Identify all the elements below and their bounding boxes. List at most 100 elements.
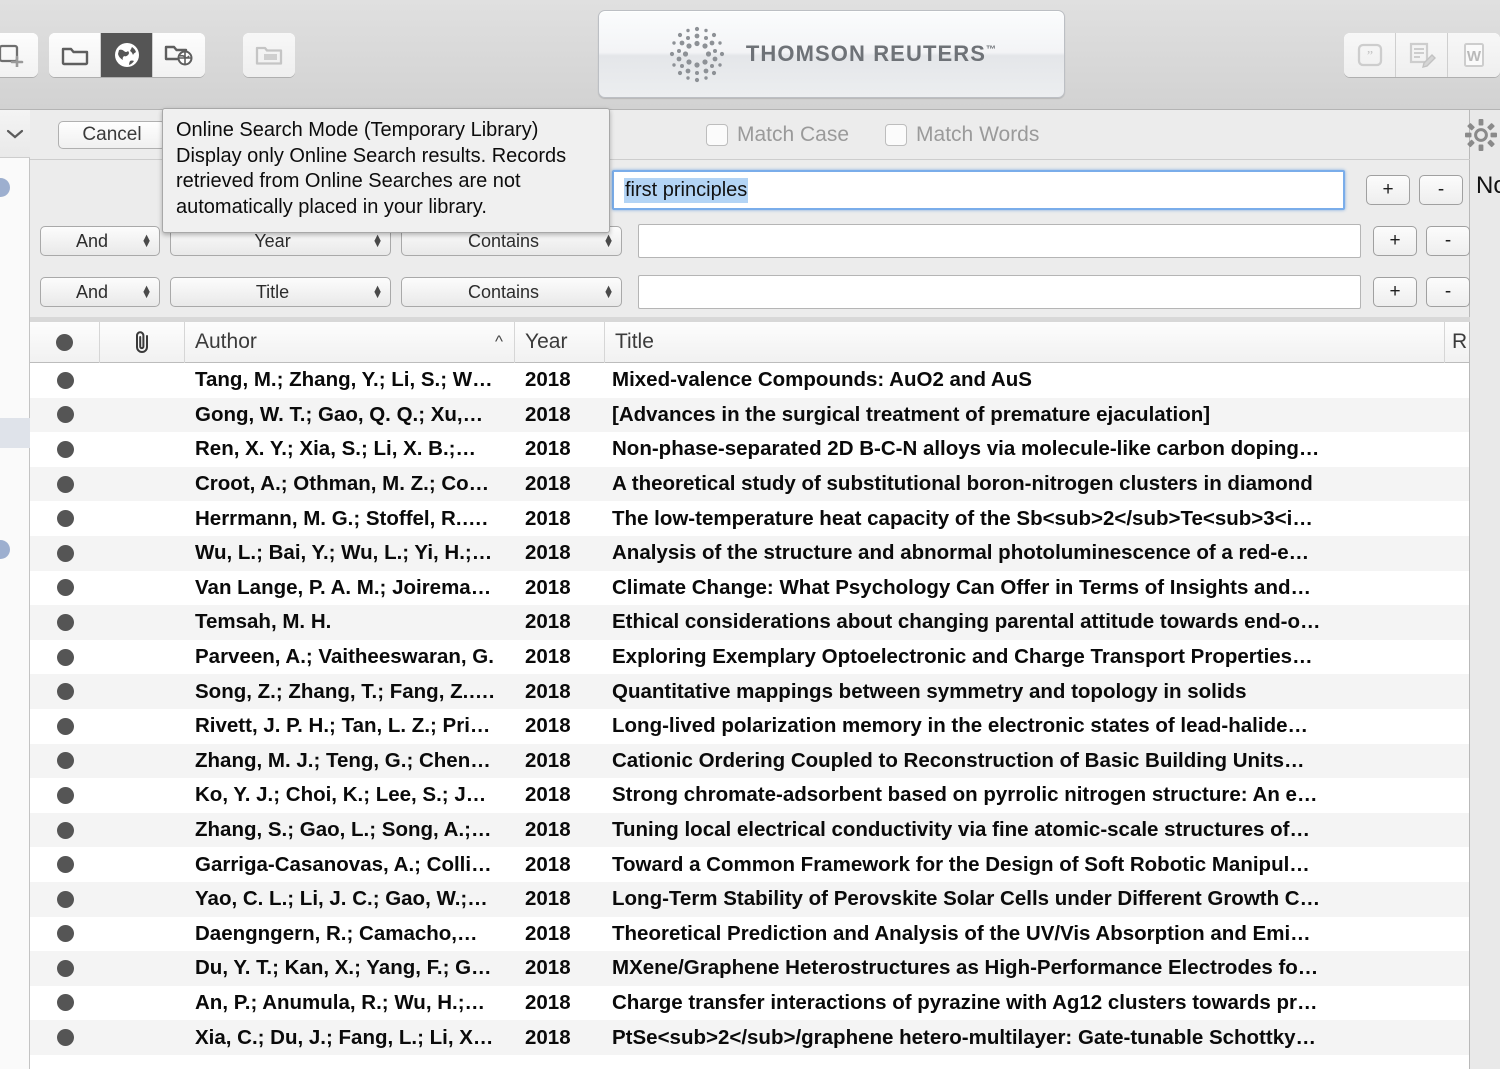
table-row[interactable]: Van Lange, P. A. M.; Joirema… 2018 Climate… [30, 570, 1469, 606]
row-read-status[interactable] [30, 917, 100, 952]
row-attachment[interactable] [100, 674, 185, 709]
connector-select-2[interactable]: And ▲ ▼ [40, 226, 160, 256]
row-attachment[interactable] [100, 605, 185, 640]
row-read-status[interactable] [30, 882, 100, 917]
table-row[interactable]: Zhang, S.; Gao, L.; Song, A.;… 2018 Tuning… [30, 812, 1469, 848]
row-read-status[interactable] [30, 709, 100, 744]
search-value-input-3[interactable] [638, 275, 1361, 309]
add-row-button-1[interactable]: + [1366, 175, 1410, 205]
row-attachment[interactable] [100, 986, 185, 1021]
rail-group-icon-2[interactable] [0, 540, 10, 559]
table-row[interactable]: Wu, L.; Bai, Y.; Wu, L.; Yi, H.;… 2018 Ana… [30, 535, 1469, 571]
table-row[interactable]: Garriga-Casanovas, A.; Colli… 2018 Toward … [30, 847, 1469, 882]
go-to-word-processor-button[interactable]: W [1448, 33, 1500, 77]
row-read-status[interactable] [30, 1020, 100, 1055]
match-case-control[interactable]: Match Case [706, 123, 849, 147]
field-select-3[interactable]: Title ▲ ▼ [170, 277, 391, 307]
column-header-rating[interactable]: R [1445, 322, 1469, 363]
row-attachment[interactable] [100, 709, 185, 744]
column-header-year[interactable]: Year [515, 322, 605, 363]
row-attachment[interactable] [100, 1020, 185, 1055]
local-library-mode-button[interactable] [49, 33, 101, 77]
new-reference-button[interactable] [0, 33, 38, 77]
row-attachment[interactable] [100, 882, 185, 917]
insert-citation-button[interactable]: ” [1344, 33, 1396, 77]
table-row[interactable]: Herrmann, M. G.; Stoffel, R.…. 2018 The lo… [30, 501, 1469, 536]
rail-selected-row[interactable] [0, 418, 30, 448]
row-attachment[interactable] [100, 501, 185, 536]
table-row[interactable]: Temsah, M. H. 2018 Ethical considerations … [30, 605, 1469, 640]
row-attachment[interactable] [100, 536, 185, 571]
row-read-status[interactable] [30, 778, 100, 813]
gear-icon[interactable] [1464, 118, 1498, 152]
row-attachment[interactable] [100, 778, 185, 813]
table-row[interactable]: Parveen, A.; Vaitheeswaran, G. 2018 Explor… [30, 639, 1469, 675]
integrated-library-mode-button[interactable] [153, 33, 205, 77]
row-attachment[interactable] [100, 432, 185, 467]
table-row[interactable]: Yao, C. L.; Li, J. C.; Gao, W.;… 2018 Long… [30, 881, 1469, 917]
match-words-control[interactable]: Match Words [885, 123, 1039, 147]
row-attachment[interactable] [100, 571, 185, 606]
remove-row-button-3[interactable]: - [1426, 277, 1470, 307]
row-read-status[interactable] [30, 847, 100, 882]
row-year: 2018 [525, 610, 571, 634]
connector-select-3[interactable]: And ▲ ▼ [40, 277, 160, 307]
row-attachment[interactable] [100, 813, 185, 848]
table-row[interactable]: An, P.; Anumula, R.; Wu, H.;… 2018 Charge … [30, 985, 1469, 1021]
row-read-status[interactable] [30, 363, 100, 398]
table-row[interactable]: Daengngern, R.; Camacho,… 2018 Theoretical… [30, 916, 1469, 952]
row-read-status[interactable] [30, 432, 100, 467]
row-author: Ren, X. Y.; Xia, S.; Li, X. B.;… [195, 437, 476, 461]
table-row[interactable]: Du, Y. T.; Kan, X.; Yang, F.; G… 2018 MXen… [30, 951, 1469, 986]
column-header-author[interactable]: Author ^ [185, 322, 515, 363]
column-header-title[interactable]: Title [605, 322, 1445, 363]
row-read-status[interactable] [30, 813, 100, 848]
row-attachment[interactable] [100, 398, 185, 433]
row-read-status[interactable] [30, 398, 100, 433]
rail-group-icon-1[interactable] [0, 178, 10, 197]
rail-collapse-button[interactable] [0, 110, 30, 158]
match-case-checkbox[interactable] [706, 123, 728, 146]
row-attachment[interactable] [100, 917, 185, 952]
edit-citation-button[interactable] [1396, 33, 1448, 77]
table-row[interactable]: Song, Z.; Zhang, T.; Fang, Z.…. 2018 Quant… [30, 674, 1469, 709]
remove-row-button-2[interactable]: - [1426, 226, 1470, 256]
row-read-status[interactable] [30, 674, 100, 709]
search-value-input-1[interactable]: first principles [612, 170, 1345, 210]
row-attachment[interactable] [100, 467, 185, 502]
match-words-checkbox[interactable] [885, 123, 908, 146]
table-row[interactable]: Ren, X. Y.; Xia, S.; Li, X. B.;… 2018 Non-… [30, 432, 1469, 467]
table-row[interactable]: Zhang, M. J.; Teng, G.; Chen… 2018 Cationi… [30, 743, 1469, 779]
table-row[interactable]: Gong, W. T.; Gao, Q. Q.; Xu,… 2018 [Advanc… [30, 397, 1469, 433]
row-read-status[interactable] [30, 744, 100, 779]
table-row[interactable]: Xia, C.; Du, J.; Fang, L.; Li, X… 2018 PtS… [30, 1020, 1469, 1055]
row-read-status[interactable] [30, 951, 100, 986]
row-attachment[interactable] [100, 847, 185, 882]
search-value-input-2[interactable] [638, 224, 1361, 258]
table-row[interactable]: Tang, M.; Zhang, Y.; Li, S.; W… 2018 Mixed… [30, 363, 1469, 398]
online-search-mode-button[interactable] [101, 33, 153, 77]
table-row[interactable]: Croot, A.; Othman, M. Z.; Co… 2018 A theor… [30, 466, 1469, 502]
row-read-status[interactable] [30, 501, 100, 536]
row-read-status[interactable] [30, 536, 100, 571]
add-row-button-3[interactable]: + [1373, 277, 1417, 307]
row-read-status[interactable] [30, 571, 100, 606]
add-row-button-2[interactable]: + [1373, 226, 1417, 256]
column-header-read-status[interactable] [30, 322, 100, 363]
cancel-button[interactable]: Cancel [58, 120, 166, 149]
table-row[interactable]: Ko, Y. J.; Choi, K.; Lee, S.; J… 2018 Stro… [30, 778, 1469, 813]
row-attachment[interactable] [100, 640, 185, 675]
row-attachment[interactable] [100, 744, 185, 779]
row-read-status[interactable] [30, 467, 100, 502]
row-title: Analysis of the structure and abnormal p… [612, 541, 1310, 565]
row-attachment[interactable] [100, 363, 185, 398]
column-header-attachment[interactable] [100, 322, 185, 363]
row-read-status[interactable] [30, 640, 100, 675]
group-set-button[interactable] [243, 33, 295, 77]
row-read-status[interactable] [30, 605, 100, 640]
table-row[interactable]: Rivett, J. P. H.; Tan, L. Z.; Pri… 2018 Lo… [30, 708, 1469, 744]
row-attachment[interactable] [100, 951, 185, 986]
remove-row-button-1[interactable]: - [1419, 175, 1463, 205]
row-read-status[interactable] [30, 986, 100, 1021]
comparator-select-3[interactable]: Contains ▲ ▼ [401, 277, 622, 307]
